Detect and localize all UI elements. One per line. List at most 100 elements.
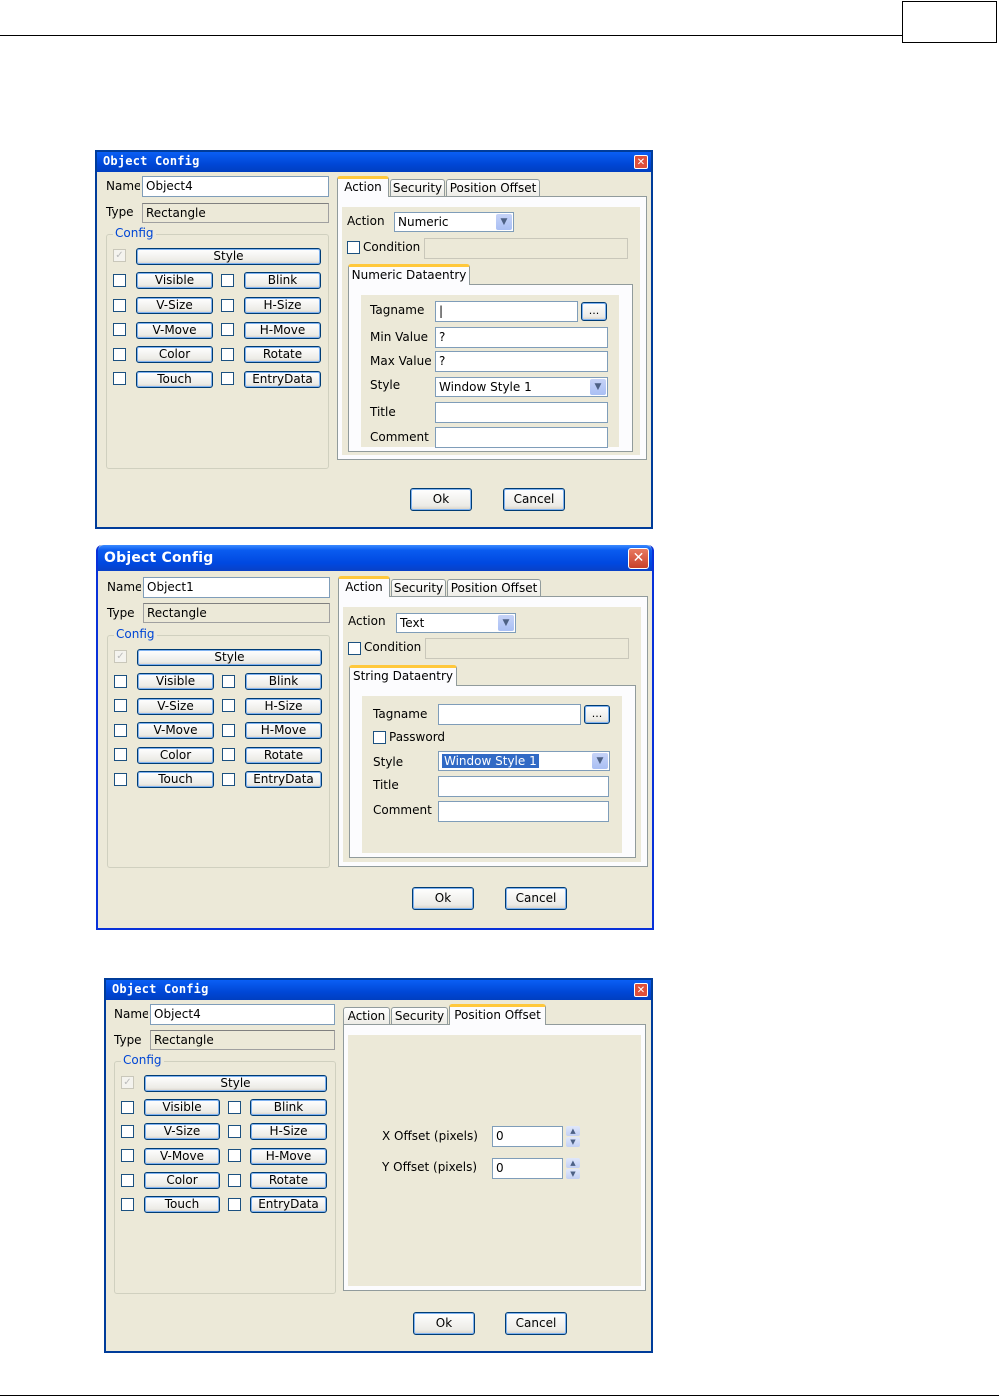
- color-button[interactable]: Color: [144, 1172, 220, 1189]
- vsize-button[interactable]: V-Size: [137, 698, 214, 715]
- style-button[interactable]: Style: [136, 248, 321, 265]
- entrydata-button[interactable]: EntryData: [244, 371, 321, 388]
- hsize-checkbox[interactable]: [228, 1125, 241, 1138]
- y-offset-spinner[interactable]: ▲ ▼: [566, 1158, 580, 1180]
- comment-input[interactable]: [438, 801, 609, 822]
- touch-button[interactable]: Touch: [137, 771, 214, 788]
- blink-button[interactable]: Blink: [244, 272, 321, 289]
- touch-button[interactable]: Touch: [144, 1196, 220, 1213]
- cancel-button[interactable]: Cancel: [503, 488, 565, 511]
- title-input[interactable]: [438, 776, 609, 797]
- style-select[interactable]: Window Style 1 ▼: [435, 377, 608, 397]
- subtab-numeric-dataentry[interactable]: Numeric Dataentry: [348, 264, 470, 285]
- vsize-checkbox[interactable]: [113, 299, 126, 312]
- close-icon[interactable]: ✕: [628, 548, 649, 569]
- touch-checkbox[interactable]: [114, 773, 127, 786]
- tab-action[interactable]: Action: [343, 1007, 390, 1025]
- hmove-checkbox[interactable]: [221, 323, 234, 336]
- chevron-down-icon[interactable]: ▼: [496, 214, 512, 230]
- min-value-input[interactable]: ?: [435, 327, 608, 348]
- x-offset-input[interactable]: 0: [492, 1126, 563, 1147]
- chevron-down-icon[interactable]: ▼: [498, 615, 514, 631]
- entrydata-checkbox[interactable]: [222, 773, 235, 786]
- rotate-button[interactable]: Rotate: [245, 747, 322, 764]
- tab-position-offset[interactable]: Position Offset: [447, 579, 541, 597]
- spin-down-icon[interactable]: ▼: [566, 1169, 580, 1179]
- hmove-button[interactable]: H-Move: [244, 322, 321, 339]
- visible-checkbox[interactable]: [114, 675, 127, 688]
- style-select[interactable]: Window Style 1 ▼: [438, 751, 610, 771]
- hmove-button[interactable]: H-Move: [250, 1148, 327, 1165]
- hsize-button[interactable]: H-Size: [244, 297, 321, 314]
- x-offset-spinner[interactable]: ▲ ▼: [566, 1126, 580, 1148]
- rotate-checkbox[interactable]: [221, 348, 234, 361]
- cancel-button[interactable]: Cancel: [505, 1312, 567, 1335]
- tab-security[interactable]: Security: [391, 1007, 448, 1025]
- color-button[interactable]: Color: [137, 747, 214, 764]
- tagname-input[interactable]: [438, 704, 581, 725]
- tab-action[interactable]: Action: [338, 576, 390, 597]
- vsize-button[interactable]: V-Size: [136, 297, 213, 314]
- color-checkbox[interactable]: [121, 1174, 134, 1187]
- condition-checkbox[interactable]: [347, 241, 360, 254]
- style-button[interactable]: Style: [144, 1075, 327, 1092]
- blink-button[interactable]: Blink: [250, 1099, 327, 1116]
- rotate-button[interactable]: Rotate: [244, 346, 321, 363]
- spin-up-icon[interactable]: ▲: [566, 1126, 580, 1136]
- touch-checkbox[interactable]: [121, 1198, 134, 1211]
- tagname-browse-button[interactable]: ...: [584, 705, 610, 724]
- visible-button[interactable]: Visible: [136, 272, 213, 289]
- name-input[interactable]: Object4: [150, 1004, 335, 1025]
- blink-checkbox[interactable]: [222, 675, 235, 688]
- spin-down-icon[interactable]: ▼: [566, 1137, 580, 1147]
- title-bar[interactable]: Object Config ✕: [106, 980, 651, 1000]
- title-bar[interactable]: Object Config ✕: [98, 545, 652, 571]
- action-select[interactable]: Numeric ▼: [394, 212, 514, 232]
- blink-checkbox[interactable]: [221, 274, 234, 287]
- blink-checkbox[interactable]: [228, 1101, 241, 1114]
- ok-button[interactable]: Ok: [413, 1312, 475, 1335]
- rotate-button[interactable]: Rotate: [250, 1172, 327, 1189]
- vsize-checkbox[interactable]: [121, 1125, 134, 1138]
- vmove-button[interactable]: V-Move: [137, 722, 214, 739]
- title-bar[interactable]: Object Config ✕: [97, 152, 651, 172]
- name-input[interactable]: Object1: [143, 577, 330, 598]
- action-select[interactable]: Text ▼: [396, 613, 516, 633]
- entrydata-button[interactable]: EntryData: [250, 1196, 327, 1213]
- hsize-checkbox[interactable]: [221, 299, 234, 312]
- visible-button[interactable]: Visible: [144, 1099, 220, 1116]
- subtab-string-dataentry[interactable]: String Dataentry: [349, 665, 457, 686]
- chevron-down-icon[interactable]: ▼: [592, 753, 608, 769]
- entrydata-checkbox[interactable]: [221, 372, 234, 385]
- tab-position-offset[interactable]: Position Offset: [446, 179, 540, 197]
- vmove-button[interactable]: V-Move: [136, 322, 213, 339]
- hsize-button[interactable]: H-Size: [250, 1123, 327, 1140]
- visible-checkbox[interactable]: [113, 274, 126, 287]
- visible-button[interactable]: Visible: [137, 673, 214, 690]
- touch-button[interactable]: Touch: [136, 371, 213, 388]
- color-checkbox[interactable]: [113, 348, 126, 361]
- close-icon[interactable]: ✕: [634, 155, 648, 169]
- max-value-input[interactable]: ?: [435, 351, 608, 372]
- rotate-checkbox[interactable]: [228, 1174, 241, 1187]
- tab-security[interactable]: Security: [391, 579, 446, 597]
- color-button[interactable]: Color: [136, 346, 213, 363]
- title-input[interactable]: [435, 402, 608, 423]
- hmove-button[interactable]: H-Move: [245, 722, 322, 739]
- password-checkbox[interactable]: [373, 731, 386, 744]
- color-checkbox[interactable]: [114, 748, 127, 761]
- vsize-button[interactable]: V-Size: [144, 1123, 220, 1140]
- tagname-input[interactable]: |: [435, 301, 578, 322]
- vmove-checkbox[interactable]: [114, 724, 127, 737]
- name-input[interactable]: Object4: [142, 176, 329, 197]
- vmove-button[interactable]: V-Move: [144, 1148, 220, 1165]
- condition-checkbox[interactable]: [348, 642, 361, 655]
- vsize-checkbox[interactable]: [114, 699, 127, 712]
- hsize-button[interactable]: H-Size: [245, 698, 322, 715]
- ok-button[interactable]: Ok: [412, 887, 474, 910]
- tab-action[interactable]: Action: [337, 176, 389, 197]
- tab-position-offset[interactable]: Position Offset: [449, 1004, 546, 1025]
- chevron-down-icon[interactable]: ▼: [590, 379, 606, 395]
- comment-input[interactable]: [435, 427, 608, 448]
- cancel-button[interactable]: Cancel: [505, 887, 567, 910]
